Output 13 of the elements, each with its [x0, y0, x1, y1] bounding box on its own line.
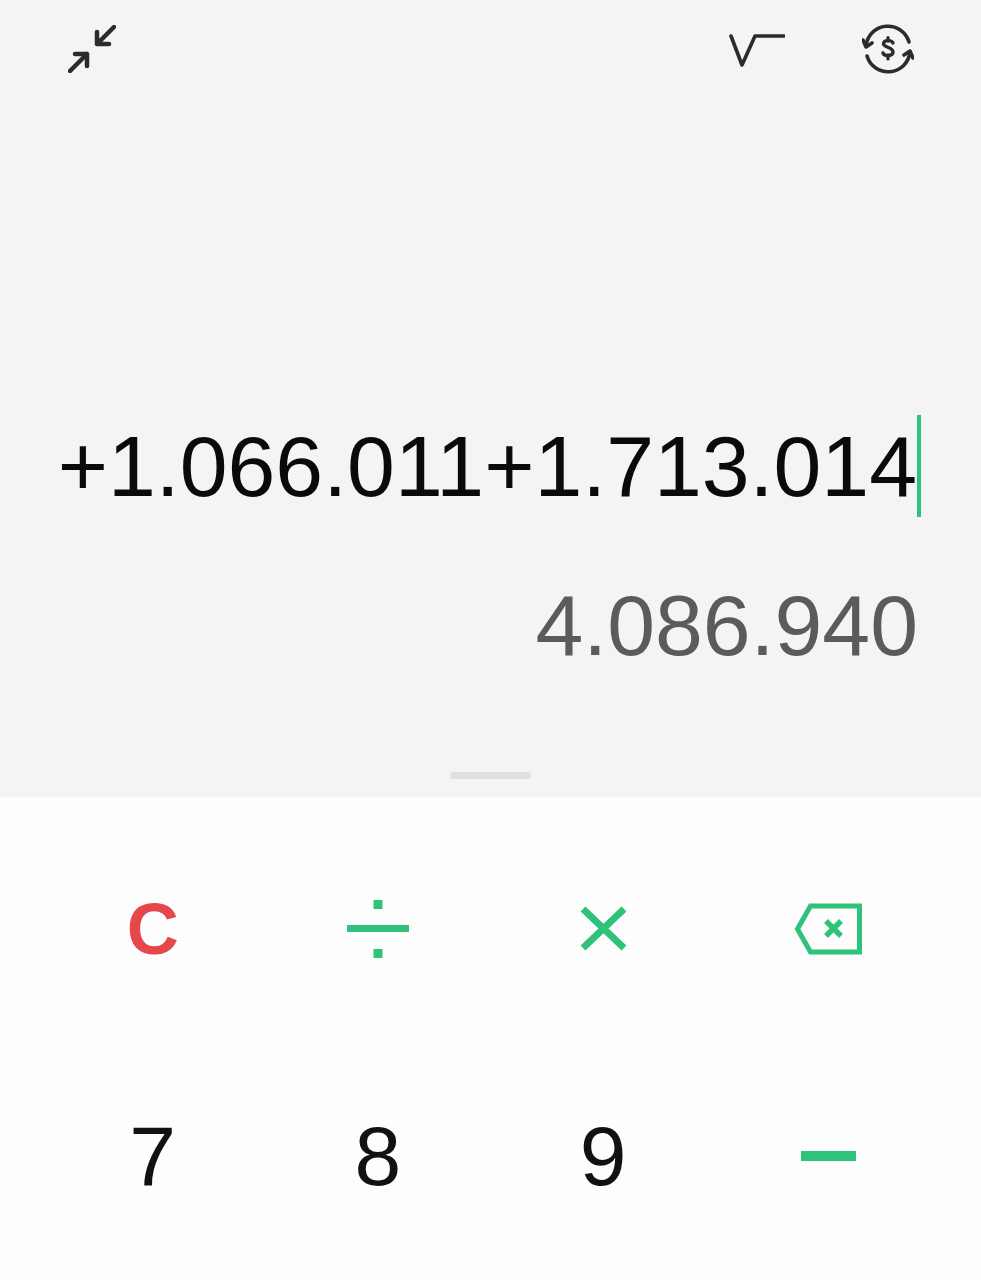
digit-key[interactable]: 7 — [97, 1100, 208, 1211]
square-root-icon[interactable] — [729, 33, 785, 68]
backspace-icon — [794, 902, 863, 955]
minus-icon — [800, 1150, 856, 1161]
collapse-icon[interactable] — [68, 25, 116, 73]
digit-key[interactable]: 8 — [322, 1100, 433, 1211]
divide-icon — [346, 899, 409, 958]
expression-field[interactable]: +1.066.011+1.713.014 — [57, 415, 921, 517]
result-text: 4.086.940 — [535, 582, 918, 668]
clear-key[interactable]: C — [97, 873, 208, 984]
multiply-icon — [579, 906, 627, 951]
digit-key[interactable]: 9 — [548, 1100, 659, 1211]
currency-exchange-icon[interactable] — [862, 22, 914, 76]
